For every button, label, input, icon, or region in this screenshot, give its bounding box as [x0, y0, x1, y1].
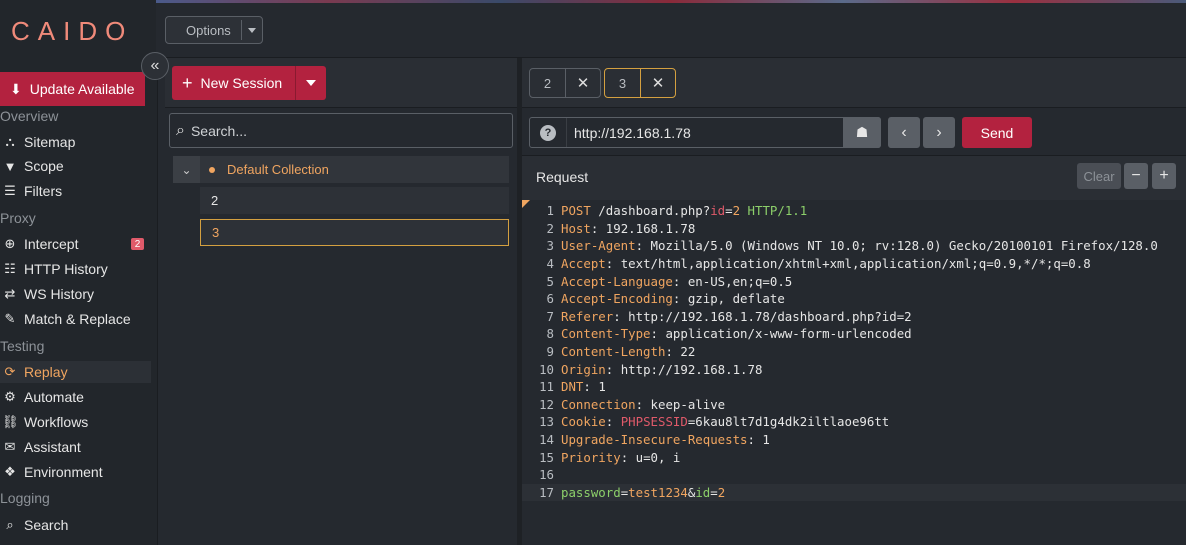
- sidebar-item-http-history[interactable]: ☷ HTTP History: [0, 258, 151, 280]
- sidebar-item-filters[interactable]: ☰ Filters: [0, 180, 151, 202]
- double-chevron-left-icon: «: [150, 57, 160, 74]
- code-line: 1 POST /dashboard.php?id=2 HTTP/1.1: [546, 203, 808, 219]
- code-line: 3 User-Agent: Mozilla/5.0 (Windows NT 10.…: [546, 238, 1158, 254]
- url-bar: ? ☗ ‹ › Send: [522, 109, 1186, 156]
- request-title: Request: [536, 169, 589, 185]
- intercept-badge: 2: [131, 238, 144, 250]
- sidebar-item-assistant[interactable]: ✉ Assistant: [0, 436, 151, 458]
- code-line: 11 DNT: 1: [539, 379, 606, 395]
- request-panel: Request Clear − + 1 POST /dashboard.php?i…: [522, 156, 1186, 545]
- code-line: 7 Referer: http://192.168.1.78/dashboard.…: [546, 308, 912, 324]
- url-input[interactable]: [566, 118, 880, 147]
- cubes-icon: ❖: [4, 464, 16, 479]
- update-available-button[interactable]: ⬇ Update Available: [0, 72, 145, 106]
- network-icon[interactable]: ☗: [843, 117, 881, 148]
- sessions-header: + New Session: [165, 58, 517, 108]
- session-search: ⌕: [169, 113, 513, 148]
- section-overview: Overview: [0, 108, 59, 124]
- collapse-sidebar-button[interactable]: «: [141, 52, 169, 80]
- code-line: 10 Origin: http://192.168.1.78: [539, 361, 763, 377]
- code-line: 4 Accept: text/html,application/xhtml+xml…: [546, 256, 1091, 272]
- chevron-right-icon[interactable]: ›: [923, 117, 955, 148]
- plus-icon: +: [182, 72, 193, 93]
- tab-label: 3: [618, 75, 627, 91]
- top-decor-strip: [156, 0, 1186, 3]
- collection-dot: [209, 166, 215, 173]
- close-icon[interactable]: ✕: [565, 69, 600, 97]
- sidebar-item-sitemap[interactable]: ⛬ Sitemap: [0, 131, 151, 153]
- refresh-icon: ⟳: [4, 364, 16, 379]
- session-search-input[interactable]: [190, 122, 491, 139]
- sidebar-item-match-replace[interactable]: ✎ Match & Replace: [0, 308, 151, 330]
- update-label: Update Available: [29, 81, 135, 97]
- sessions-panel: + New Session ⌕ ⌄ Default Collection 2 3: [165, 58, 517, 545]
- url-field: ?: [529, 117, 881, 148]
- download-icon: ⬇: [10, 80, 22, 97]
- sidebar-item-replay[interactable]: ⟳ Replay: [0, 361, 151, 383]
- app-logo: CAIDO: [11, 16, 134, 46]
- top-bar: CAIDO Options: [0, 0, 1186, 58]
- options-label: Options: [186, 22, 231, 38]
- code-line: 6 Accept-Encoding: gzip, deflate: [546, 291, 785, 307]
- minus-icon[interactable]: −: [1124, 163, 1148, 189]
- chat-icon: ✉: [4, 439, 16, 454]
- code-line: 13 Cookie: PHPSESSID=6kau8lt7d1g4dk2iltla…: [539, 414, 890, 430]
- replay-tabs: 2 ✕ 3 ✕: [522, 58, 1186, 108]
- wrench-icon: ✎: [4, 311, 16, 326]
- tab-3[interactable]: 3 ✕: [604, 68, 676, 98]
- code-line: 8 Content-Type: application/x-www-form-ur…: [546, 326, 912, 342]
- section-testing: Testing: [0, 338, 45, 354]
- sidebar-item-ws-history[interactable]: ⇄ WS History: [0, 283, 151, 305]
- sidebar: ⬇ Update Available Overview ⛬ Sitemap ▼ Sc…: [0, 58, 158, 545]
- session-item-active[interactable]: 3: [200, 219, 509, 246]
- close-icon[interactable]: ✕: [640, 69, 675, 97]
- code-line: 2 Host: 192.168.1.78: [546, 220, 696, 236]
- workflow-icon: ⛓: [2, 414, 19, 429]
- crosshair-icon: ⊕: [4, 236, 16, 251]
- sidebar-item-automate[interactable]: ⚙ Automate: [0, 386, 151, 408]
- chip-icon: ⚙: [4, 389, 16, 404]
- sidebar-item-workflows[interactable]: ⛓ Workflows: [0, 411, 151, 433]
- chevron-left-icon[interactable]: ‹: [888, 117, 920, 148]
- tab-label: 2: [543, 75, 552, 91]
- collection-name: Default Collection: [227, 162, 329, 177]
- chevron-down-icon: [248, 28, 256, 33]
- sliders-icon: ☰: [4, 183, 16, 198]
- tab-2[interactable]: 2 ✕: [529, 68, 601, 98]
- send-button[interactable]: Send: [962, 117, 1032, 148]
- sidebar-item-search[interactable]: ⌕ Search: [0, 514, 151, 536]
- session-item[interactable]: 2: [200, 187, 509, 214]
- code-line: 9 Content-Length: 22: [546, 344, 696, 360]
- chevron-down-icon[interactable]: ⌄: [173, 156, 200, 183]
- help-icon[interactable]: ?: [540, 124, 556, 141]
- plus-icon[interactable]: +: [1152, 163, 1176, 189]
- sidebar-item-intercept[interactable]: ⊕ Intercept 2: [0, 233, 151, 255]
- funnel-icon: ▼: [3, 158, 17, 174]
- arrows-icon: ⇄: [4, 286, 16, 301]
- clear-button[interactable]: Clear: [1077, 163, 1121, 189]
- request-editor[interactable]: 1 POST /dashboard.php?id=2 HTTP/1.1 2 Host…: [522, 200, 1186, 545]
- code-line: 5 Accept-Language: en-US,en;q=0.5: [546, 273, 793, 289]
- list-icon: ☷: [4, 261, 16, 276]
- code-line-current: 17 password=test1234&id=2: [522, 483, 1186, 502]
- code-line: 15 Priority: u=0, i: [539, 449, 681, 465]
- code-line: 14 Upgrade-Insecure-Requests: 1: [539, 432, 770, 448]
- sidebar-item-scope[interactable]: ▼ Scope: [0, 155, 151, 177]
- replay-panel: 2 ✕ 3 ✕ ? ☗ ‹ › Send Request Clear − + 1…: [522, 58, 1186, 545]
- new-session-label: New Session: [200, 75, 283, 91]
- code-line: 16: [539, 467, 554, 483]
- collection-row[interactable]: ⌄ Default Collection: [173, 156, 509, 183]
- code-line: 12 Connection: keep-alive: [539, 396, 726, 412]
- search-icon: ⌕: [6, 517, 14, 532]
- sitemap-icon: ⛬: [5, 134, 15, 149]
- search-icon: ⌕: [176, 121, 185, 139]
- section-logging: Logging: [0, 490, 50, 506]
- section-proxy: Proxy: [0, 210, 36, 226]
- sidebar-item-environment[interactable]: ❖ Environment: [0, 461, 151, 483]
- options-dropdown[interactable]: Options: [165, 16, 263, 44]
- new-session-button[interactable]: + New Session: [172, 66, 326, 100]
- chevron-down-icon[interactable]: [306, 80, 316, 86]
